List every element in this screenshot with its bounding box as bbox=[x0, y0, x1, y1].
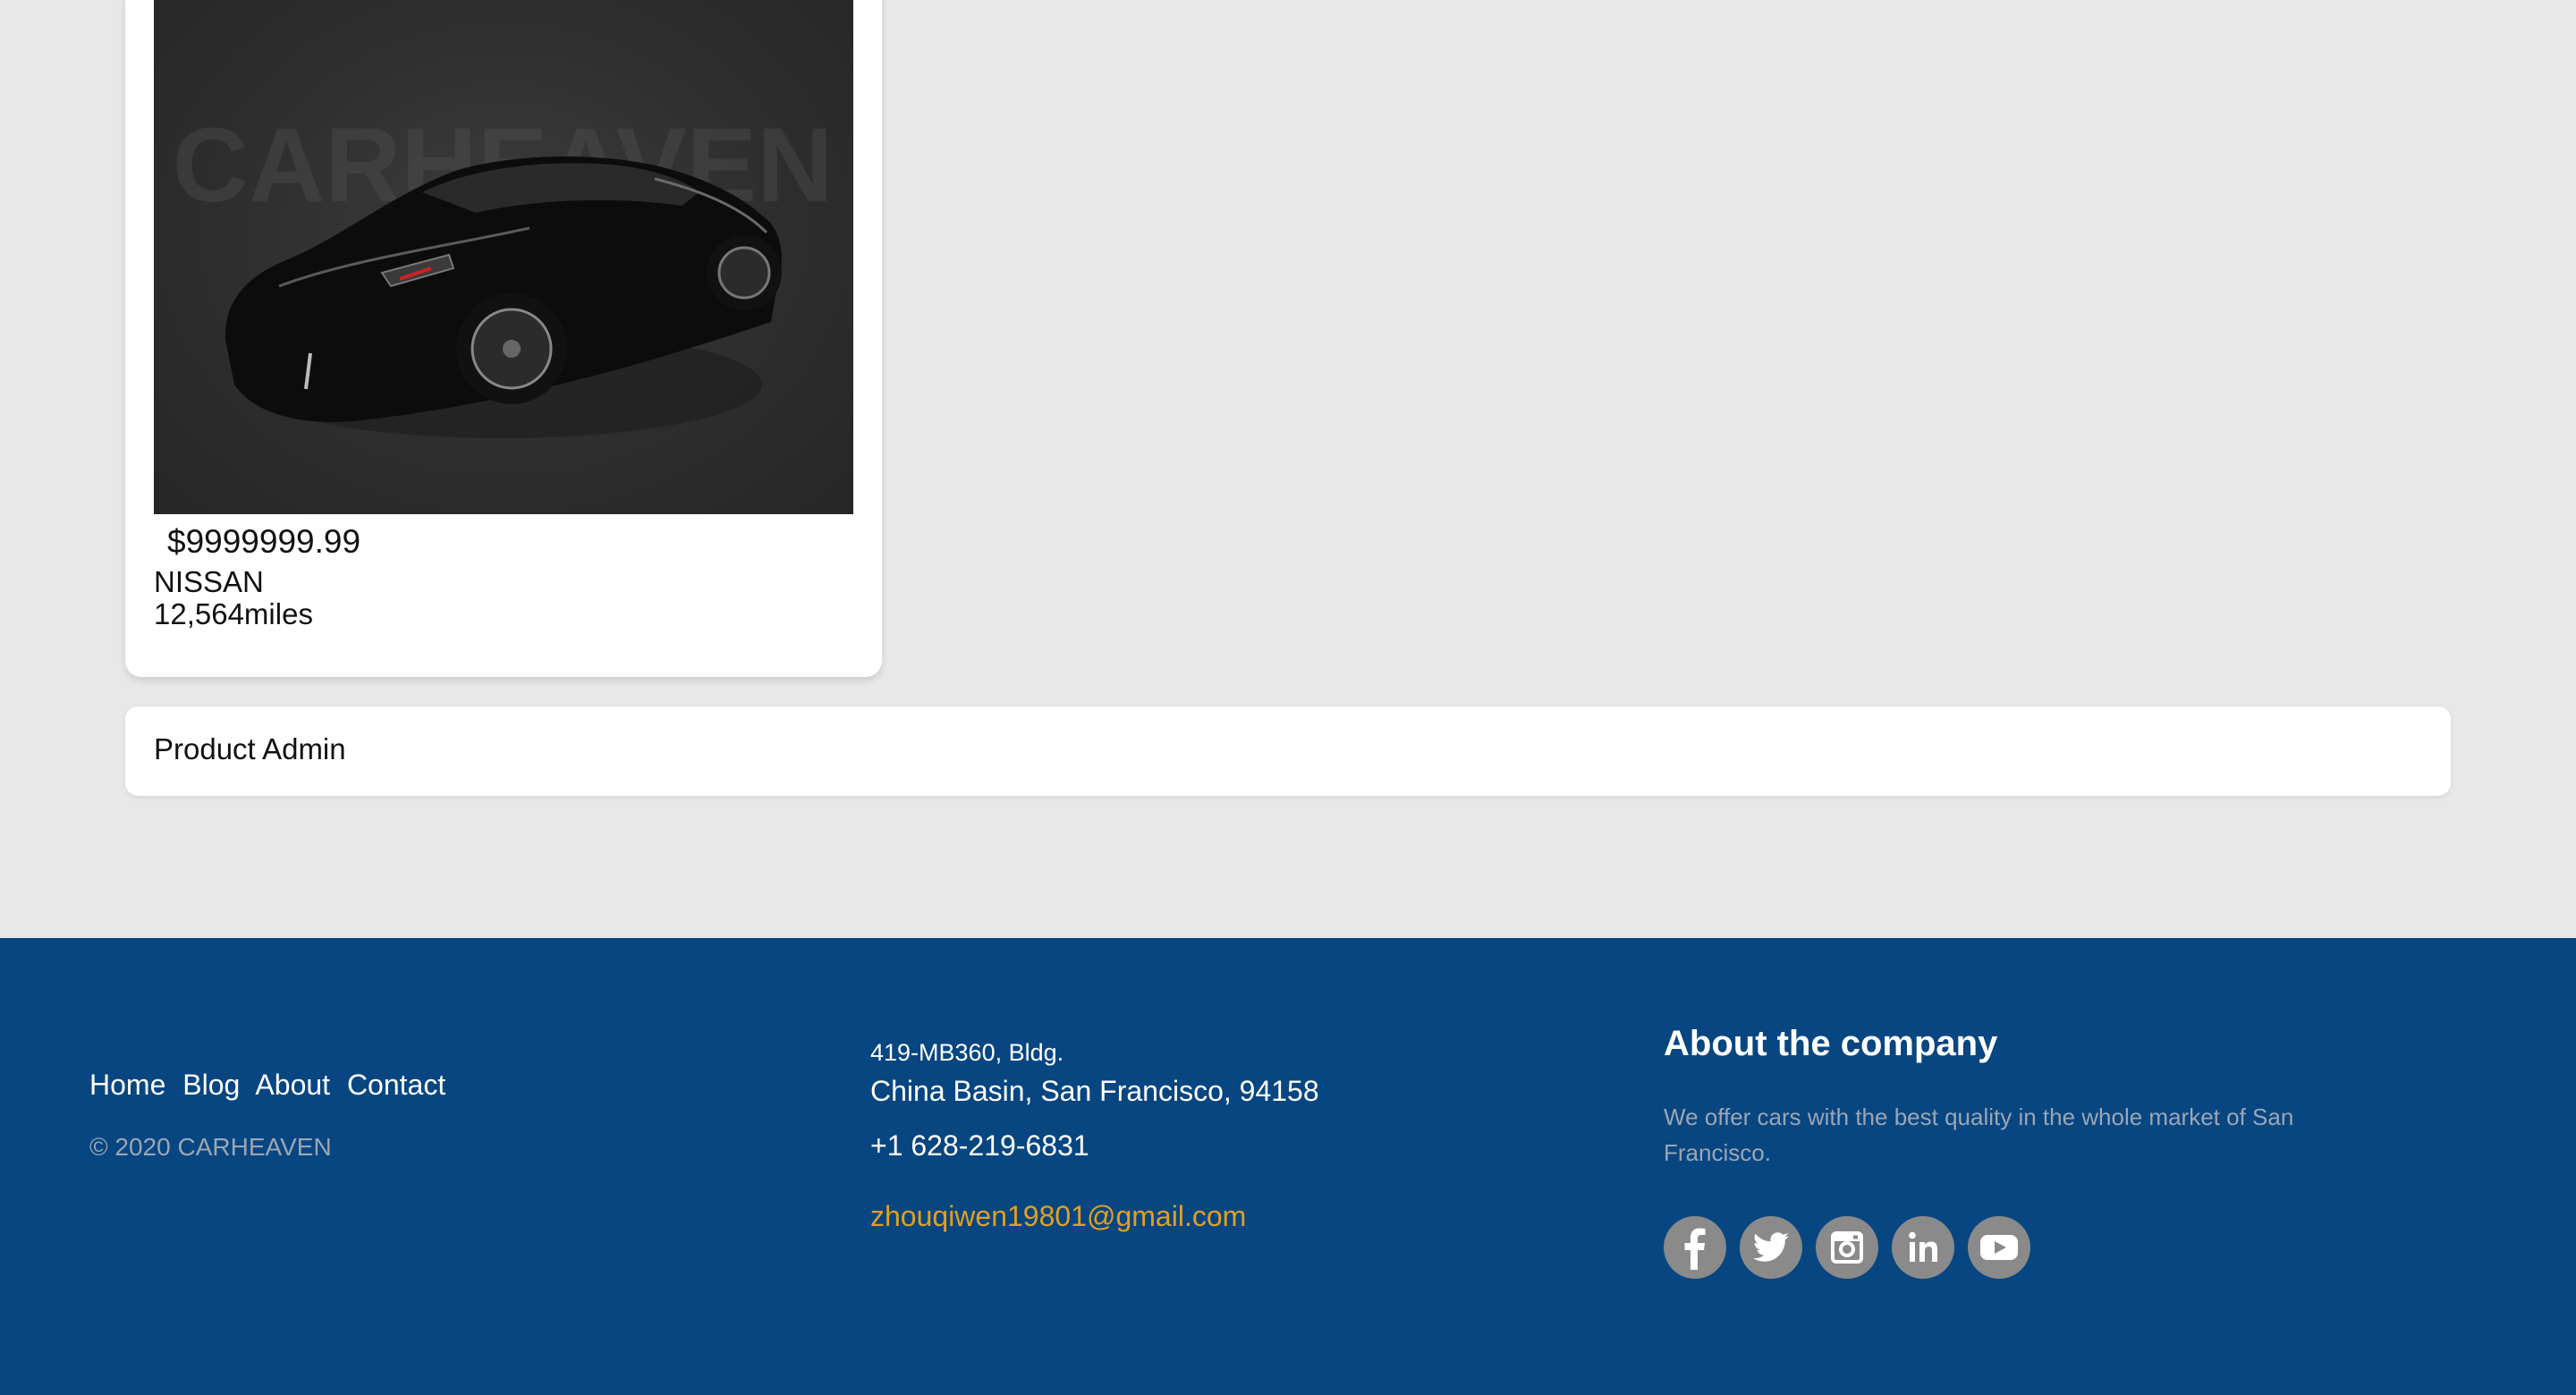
car-listing-card[interactable]: CARHEAVEN bbox=[125, 0, 882, 677]
address-line-1: 419-MB360, Bldg. bbox=[870, 1039, 1064, 1066]
site-footer: Home Blog About Contact © 2020 CARHEAVEN… bbox=[0, 938, 2576, 1395]
main-content: CARHEAVEN bbox=[0, 0, 2576, 938]
about-company-text: We offer cars with the best quality in t… bbox=[1664, 1103, 2294, 1166]
facebook-icon[interactable] bbox=[1664, 1216, 1726, 1279]
instagram-icon[interactable] bbox=[1816, 1216, 1878, 1279]
address-line-2: China Basin, San Francisco, 94158 bbox=[870, 1075, 1319, 1107]
email-link[interactable]: zhouqiwen19801@gmail.com bbox=[870, 1200, 1246, 1233]
car-photo-graphic: CARHEAVEN bbox=[173, 106, 833, 438]
car-photo[interactable]: CARHEAVEN bbox=[154, 0, 853, 514]
youtube-icon[interactable] bbox=[1968, 1216, 2030, 1279]
footer-nav: Home Blog About Contact bbox=[89, 1069, 454, 1102]
footer-link-about[interactable]: About bbox=[255, 1069, 330, 1101]
twitter-icon[interactable] bbox=[1740, 1216, 1802, 1279]
listing-brand: NISSAN bbox=[154, 565, 264, 598]
phone-number: +1 628-219-6831 bbox=[870, 1129, 1089, 1162]
listing-mileage: 12,564miles bbox=[154, 597, 313, 630]
copyright-text: © 2020 CARHEAVEN bbox=[89, 1133, 332, 1161]
listing-price: $9999999.99 bbox=[167, 523, 361, 560]
product-admin-bar[interactable]: Product Admin bbox=[125, 706, 2451, 796]
footer-link-blog[interactable]: Blog bbox=[182, 1069, 240, 1101]
footer-link-home[interactable]: Home bbox=[89, 1069, 165, 1101]
about-company-title: About the company bbox=[1664, 1024, 1998, 1063]
product-admin-link[interactable]: Product Admin bbox=[154, 732, 346, 766]
linkedin-icon[interactable] bbox=[1892, 1216, 1954, 1279]
footer-link-contact[interactable]: Contact bbox=[347, 1069, 445, 1101]
social-links bbox=[1664, 1216, 2044, 1279]
